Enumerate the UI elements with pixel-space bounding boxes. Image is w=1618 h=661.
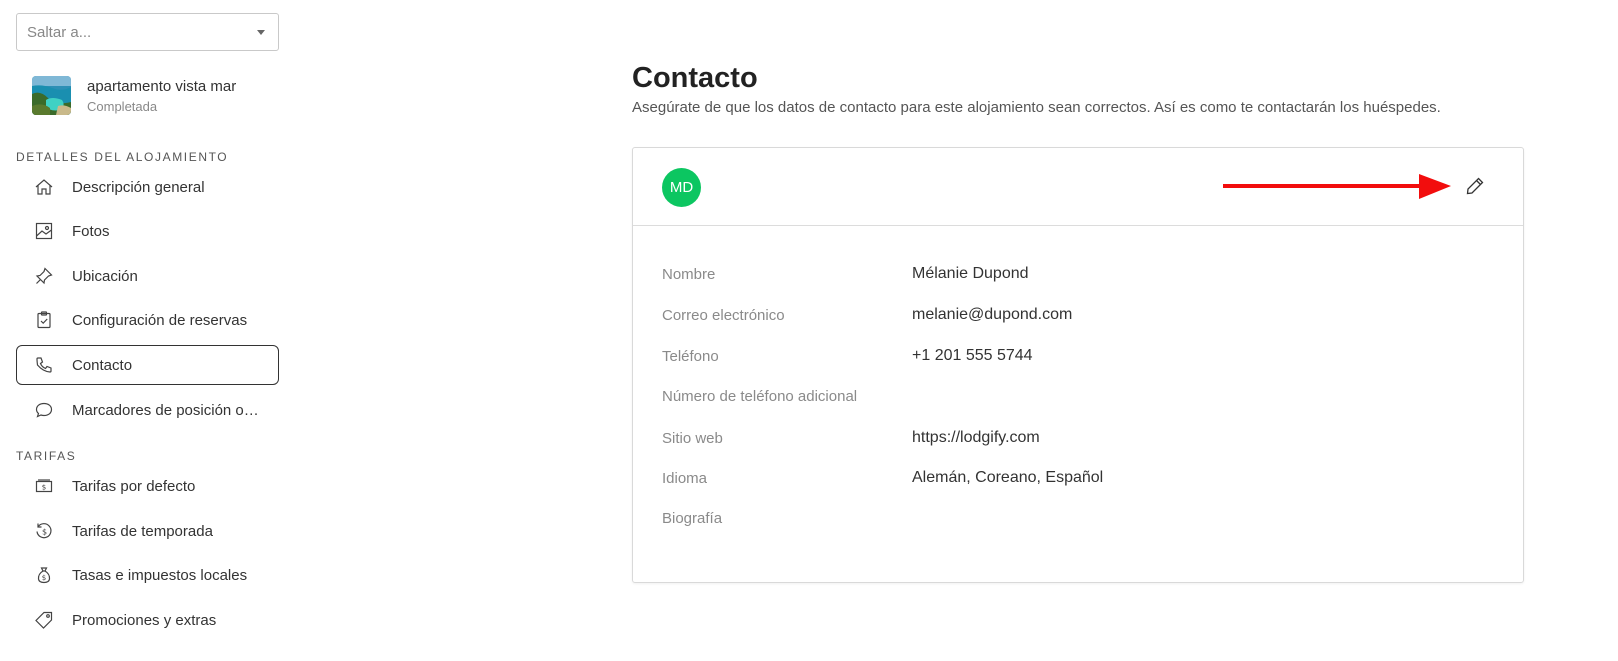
cash-icon: $ [33,475,55,497]
nav-item-seasonal-rates[interactable]: $ Tarifas de temporada [16,511,279,551]
row-label: Biografía [662,510,723,527]
pin-icon [33,265,55,287]
nav-label: Tarifas por defecto [72,477,196,495]
row-label: Nombre [662,265,716,283]
phone-icon [33,354,55,376]
row-name: Nombre Mélanie Dupond [662,265,1029,283]
svg-text:$: $ [42,528,47,537]
jump-to-select[interactable]: Saltar a... [16,13,279,51]
section-title-details: DETALLES DEL ALOJAMIENTO [16,150,229,164]
clipboard-check-icon [33,309,55,331]
nav-label: Marcadores de posición op… [72,401,267,419]
nav-label: Descripción general [72,178,205,196]
row-phone: Teléfono +1 201 555 5744 [662,347,1033,365]
red-arrow-annotation [1223,174,1451,199]
nav-item-promotions[interactable]: Promociones y extras [16,600,279,640]
nav-label: Tarifas de temporada [72,522,213,540]
svg-text:$: $ [42,574,46,582]
row-value: Alemán, Coreano, Español [912,469,1104,486]
property-thumbnail [32,76,71,115]
nav-label: Fotos [72,222,110,240]
nav-item-overview[interactable]: Descripción general [16,167,279,207]
nav-item-booking-settings[interactable]: Configuración de reservas [16,300,279,340]
nav-label: Ubicación [72,267,138,285]
money-bag-icon: $ [33,564,55,586]
chat-bubble-icon [33,399,55,421]
avatar: MD [662,168,701,207]
nav-item-photos[interactable]: Fotos [16,211,279,251]
svg-text:$: $ [42,484,46,492]
nav-label: Contacto [72,356,133,374]
nav-item-local-taxes[interactable]: $ Tasas e impuestos locales [16,555,279,595]
row-value: +1 201 555 5744 [912,347,1033,364]
row-label: Idioma [662,469,708,487]
nav-item-location[interactable]: Ubicación [16,256,279,296]
caret-down-icon [257,29,265,35]
row-language: Idioma Alemán, Coreano, Español [662,469,1103,487]
property-name: apartamento vista mar [87,77,237,95]
nav-item-placeholders[interactable]: Marcadores de posición op… [16,390,279,430]
nav-label: Tasas e impuestos locales [72,566,248,584]
row-biography: Biografía [662,510,912,527]
seasonal-rate-icon: $ [33,520,55,542]
row-additional-phone: Número de teléfono adicional [662,388,912,405]
jump-to-placeholder: Saltar a... [27,23,92,41]
property-status: Completada [87,98,158,114]
nav-item-default-rates[interactable]: $ Tarifas por defecto [16,466,279,506]
property-header[interactable]: apartamento vista mar Completada [32,76,236,115]
nav-label: Configuración de reservas [72,311,248,329]
row-label: Sitio web [662,429,723,447]
row-label: Número de teléfono adicional [662,388,858,405]
row-email: Correo electrónico melanie@dupond.com [662,306,1072,324]
row-value: melanie@dupond.com [912,306,1073,323]
nav-label: Promociones y extras [72,611,217,629]
page-description: Asegúrate de que los datos de contacto p… [632,99,1441,116]
contact-card-header: MD [633,148,1523,226]
row-label: Correo electrónico [662,306,785,324]
nav-item-contact[interactable]: Contacto [16,345,279,385]
tag-icon [33,609,55,631]
page-title: Contacto [632,62,758,94]
contact-card: MD Nombre Mélanie Dupond Correo electrón… [632,147,1524,583]
row-value: https://lodgify.com [912,429,1040,446]
photo-icon [33,220,55,242]
row-label: Teléfono [662,347,719,365]
section-title-rates: TARIFAS [16,449,77,463]
row-value: Mélanie Dupond [912,265,1029,282]
row-website: Sitio web https://lodgify.com [662,429,1040,447]
pencil-edit-icon[interactable] [1465,176,1485,196]
home-icon [33,176,55,198]
